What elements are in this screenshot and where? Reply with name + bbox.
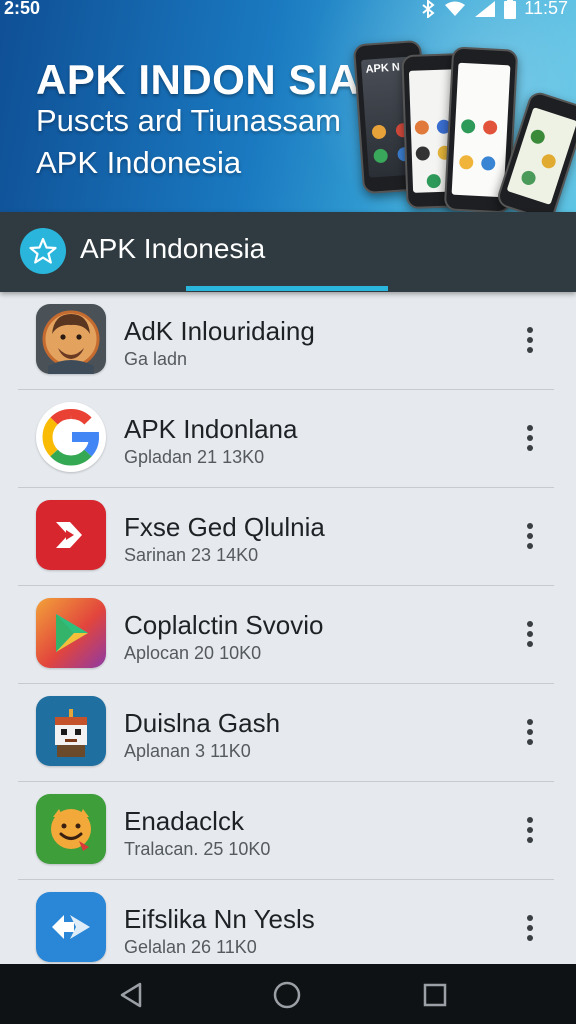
- play-triangle-icon: [36, 598, 106, 668]
- app-name: AdK Inlouridaing: [124, 316, 315, 346]
- app-toolbar: APK Indonesia: [0, 212, 576, 292]
- overflow-menu-icon[interactable]: [516, 616, 544, 652]
- list-item[interactable]: Fxse Ged Qlulnia Sarinan 23 14K0: [18, 488, 554, 586]
- overflow-menu-icon[interactable]: [516, 812, 544, 848]
- star-icon[interactable]: [20, 228, 66, 274]
- app-name: Duislna Gash: [124, 708, 281, 738]
- status-time-right: 11:57: [524, 0, 568, 18]
- overflow-menu-icon[interactable]: [516, 910, 544, 946]
- app-name: APK Indonlana: [124, 414, 298, 444]
- app-name: Enadaclck: [124, 806, 244, 836]
- avatar-icon: [36, 304, 106, 374]
- bluetooth-icon: [422, 0, 435, 18]
- status-time-left: 2:50: [4, 0, 41, 18]
- app-meta: Aplanan 3 11K0: [124, 741, 251, 761]
- signal-icon: [475, 0, 496, 17]
- pixel-character-icon: [36, 696, 106, 766]
- app-meta: Ga ladn: [124, 349, 188, 369]
- phone-screen-label: APK N: [365, 61, 401, 76]
- google-g-icon: [36, 402, 106, 472]
- tab-indicator: [186, 286, 388, 291]
- list-item[interactable]: AdK Inlouridaing Ga ladn: [18, 292, 554, 390]
- app-meta: Gelalan 26 11K0: [124, 937, 257, 957]
- app-meta: Aplocan 20 10K0: [124, 643, 262, 663]
- toolbar-title: APK Indonesia: [80, 233, 266, 264]
- list-item[interactable]: Eifslika Nn Yesls Gelalan 26 11K0: [18, 880, 554, 964]
- overflow-menu-icon[interactable]: [516, 420, 544, 456]
- status-bar: 2:50 11:57: [0, 0, 576, 22]
- red-arrow-icon: [36, 500, 106, 570]
- app-meta: Tralacan. 25 10K0: [124, 839, 271, 859]
- battery-icon: [504, 0, 517, 19]
- app-name: Fxse Ged Qlulnia: [124, 512, 325, 542]
- phones-illustration: APK N: [352, 36, 576, 212]
- banner-subtitle: Puscts ard Tiunassam: [36, 103, 341, 138]
- list-item[interactable]: Enadaclck Tralacan. 25 10K0: [18, 782, 554, 880]
- overflow-menu-icon[interactable]: [516, 322, 544, 358]
- app-name: Coplalctin Svovio: [124, 610, 324, 640]
- overflow-menu-icon[interactable]: [516, 518, 544, 554]
- smiley-icon: [36, 794, 106, 864]
- back-icon[interactable]: [114, 978, 148, 1012]
- app-list: AdK Inlouridaing Ga ladn APK Indonlana G…: [18, 292, 556, 964]
- app-meta: Gpladan 21 13K0: [124, 447, 265, 467]
- wifi-icon: [445, 1, 466, 16]
- app-name: Eifslika Nn Yesls: [124, 904, 315, 934]
- header-banner: APK INDON SIA Puscts ard Tiunassam APK I…: [0, 0, 576, 212]
- blue-arrow-icon: [36, 892, 106, 962]
- list-item[interactable]: APK Indonlana Gpladan 21 13K0: [18, 390, 554, 488]
- recents-icon[interactable]: [418, 978, 452, 1012]
- home-icon[interactable]: [270, 978, 304, 1012]
- app-meta: Sarinan 23 14K0: [124, 545, 259, 565]
- list-item[interactable]: Coplalctin Svovio Aplocan 20 10K0: [18, 586, 554, 684]
- status-icons: 11:57: [420, 0, 568, 19]
- overflow-menu-icon[interactable]: [516, 714, 544, 750]
- banner-title: APK INDON SIA: [36, 56, 360, 103]
- navigation-bar: [0, 964, 576, 1024]
- banner-subtitle-secondary: APK Indonesia: [36, 145, 242, 180]
- list-item[interactable]: Duislna Gash Aplanan 3 11K0: [18, 684, 554, 782]
